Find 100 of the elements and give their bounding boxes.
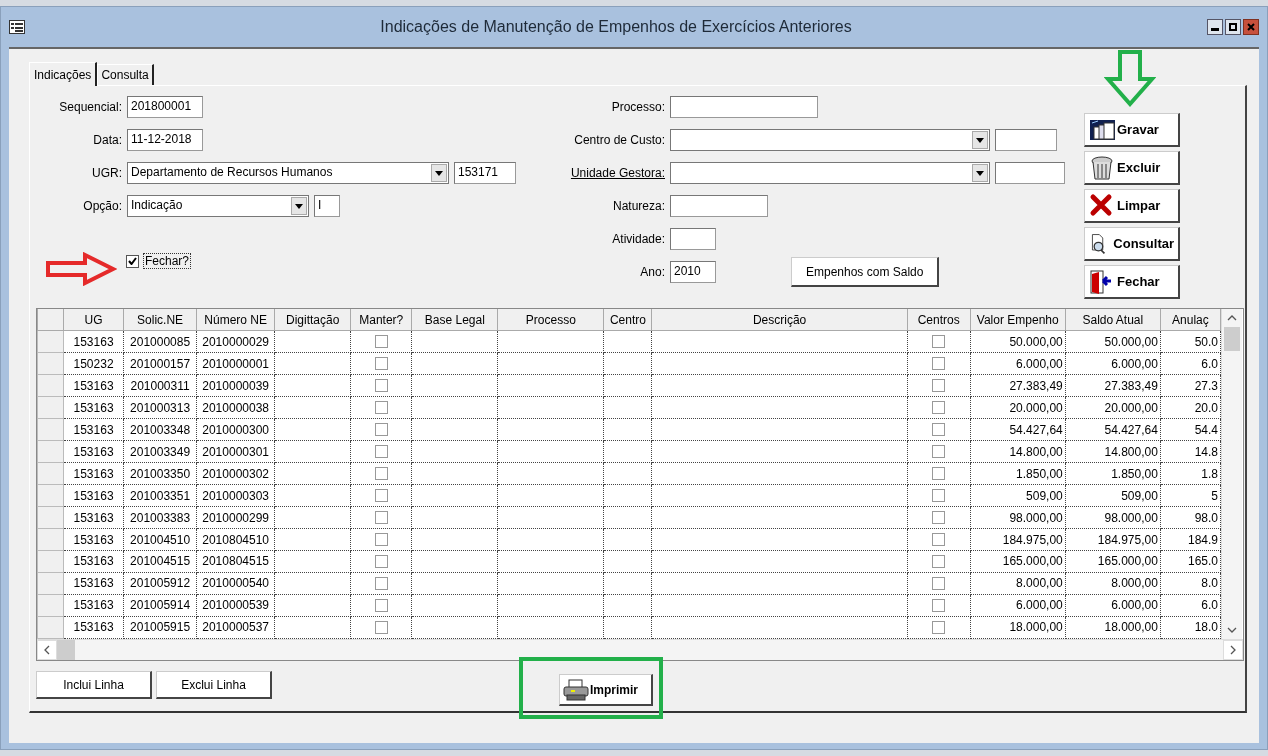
dropdown-field[interactable]	[670, 129, 990, 151]
checkbox[interactable]	[374, 554, 388, 568]
row-header[interactable]	[37, 374, 64, 397]
row-button[interactable]: Exclui Linha	[156, 671, 272, 699]
input-field[interactable]	[670, 228, 716, 250]
checkbox[interactable]	[932, 598, 946, 612]
close-icon[interactable]	[1247, 23, 1255, 31]
checkbox[interactable]	[932, 357, 946, 371]
row-header[interactable]	[37, 462, 64, 485]
dropdown-field[interactable]: Indicação	[127, 195, 309, 217]
vertical-scrollbar[interactable]	[1221, 309, 1242, 639]
column-header[interactable]: UG	[63, 309, 124, 331]
input-field[interactable]: 11-12-2018	[127, 129, 203, 151]
code-field[interactable]	[995, 129, 1057, 151]
column-header[interactable]: Centro	[603, 309, 652, 331]
caret-icon[interactable]	[976, 170, 984, 176]
checkbox[interactable]	[932, 335, 946, 349]
checkbox[interactable]	[374, 335, 388, 349]
code-field[interactable]: 153171	[454, 162, 516, 184]
row-header[interactable]	[37, 418, 64, 441]
checkbox[interactable]	[932, 445, 946, 459]
row-header[interactable]	[37, 352, 64, 375]
dropdown-button[interactable]	[972, 164, 988, 182]
row-header[interactable]	[37, 506, 64, 529]
dropdown-field[interactable]: Departamento de Recursos Humanos	[127, 162, 449, 184]
input-field[interactable]: 201800001	[127, 96, 203, 118]
checkbox[interactable]	[374, 598, 388, 612]
column-header[interactable]: Manter?	[350, 309, 412, 331]
checkbox[interactable]	[932, 554, 946, 568]
checkbox[interactable]	[374, 357, 388, 371]
scroll-thumb[interactable]	[57, 640, 75, 660]
dropdown-button[interactable]	[972, 131, 988, 149]
horizontal-scrollbar[interactable]	[37, 639, 1243, 660]
checkbox[interactable]	[374, 445, 388, 459]
checkbox[interactable]	[374, 379, 388, 393]
close-button[interactable]	[1243, 19, 1259, 35]
checkbox[interactable]	[374, 423, 388, 437]
checkbox[interactable]	[374, 467, 388, 481]
maximize-button[interactable]	[1225, 19, 1241, 35]
caret-icon[interactable]	[976, 137, 984, 143]
row-header[interactable]	[37, 484, 64, 507]
scroll-left-icon[interactable]	[44, 645, 50, 655]
checkbox[interactable]	[932, 511, 946, 525]
tab[interactable]: Indicações	[29, 62, 98, 86]
checkbox[interactable]	[374, 533, 388, 546]
dropdown-button[interactable]	[291, 197, 307, 215]
checkbox[interactable]	[932, 576, 946, 590]
tab[interactable]: Consulta	[97, 64, 154, 85]
checkbox[interactable]	[932, 620, 946, 634]
maximize-icon[interactable]	[1229, 23, 1237, 31]
input-field[interactable]	[670, 195, 768, 217]
dropdown-field[interactable]	[670, 162, 990, 184]
checkbox[interactable]	[932, 423, 946, 437]
checkbox[interactable]	[932, 379, 946, 393]
column-header[interactable]: Solic.NE	[123, 309, 197, 331]
scroll-right-icon[interactable]	[1230, 645, 1236, 655]
action-button[interactable]: Gravar	[1084, 113, 1180, 147]
column-header[interactable]: Descrição	[651, 309, 908, 331]
scroll-thumb[interactable]	[1224, 327, 1240, 351]
row-header[interactable]	[37, 528, 64, 551]
column-header[interactable]: Anulaç	[1160, 309, 1221, 331]
column-header[interactable]: Digittação	[274, 309, 351, 331]
input-field[interactable]	[670, 96, 818, 118]
scroll-down-icon[interactable]	[1227, 627, 1237, 633]
checkbox[interactable]	[374, 576, 388, 590]
checkbox[interactable]	[932, 467, 946, 481]
code-field[interactable]	[995, 162, 1065, 184]
checkbox[interactable]	[374, 489, 388, 503]
print-button[interactable]: Imprimir	[559, 674, 653, 706]
row-header[interactable]	[37, 330, 64, 353]
row-button[interactable]: Inclui Linha	[36, 671, 152, 699]
balance-button[interactable]: Empenhos com Saldo	[791, 257, 940, 287]
caret-icon[interactable]	[435, 170, 443, 176]
column-header[interactable]: Saldo Atual	[1065, 309, 1161, 331]
caret-icon[interactable]	[295, 203, 303, 209]
column-header[interactable]: Processo	[497, 309, 604, 331]
row-header[interactable]	[37, 594, 64, 617]
dropdown-button[interactable]	[431, 164, 447, 182]
action-button[interactable]: Fechar	[1084, 265, 1180, 299]
checkbox[interactable]	[374, 511, 388, 525]
row-header[interactable]	[37, 396, 64, 419]
minimize-button[interactable]	[1207, 19, 1223, 35]
scroll-up-icon[interactable]	[1227, 315, 1237, 321]
checkbox[interactable]	[932, 489, 946, 503]
column-header[interactable]: Centros	[907, 309, 971, 331]
column-header[interactable]: Base Legal	[411, 309, 498, 331]
checkbox[interactable]	[374, 620, 388, 634]
checkbox[interactable]	[374, 401, 388, 415]
row-header[interactable]	[37, 572, 64, 595]
row-header[interactable]	[37, 550, 64, 573]
row-header[interactable]	[37, 616, 64, 639]
action-button[interactable]: Limpar	[1084, 189, 1180, 223]
column-header[interactable]: Número NE	[196, 309, 275, 331]
action-button[interactable]: Excluir	[1084, 151, 1180, 185]
checkbox[interactable]	[932, 401, 946, 415]
row-header[interactable]	[37, 440, 64, 463]
column-header[interactable]: Valor Empenho	[970, 309, 1066, 331]
action-button[interactable]: Consultar	[1084, 227, 1180, 261]
checkbox[interactable]	[126, 254, 139, 268]
code-field[interactable]: I	[314, 195, 340, 217]
